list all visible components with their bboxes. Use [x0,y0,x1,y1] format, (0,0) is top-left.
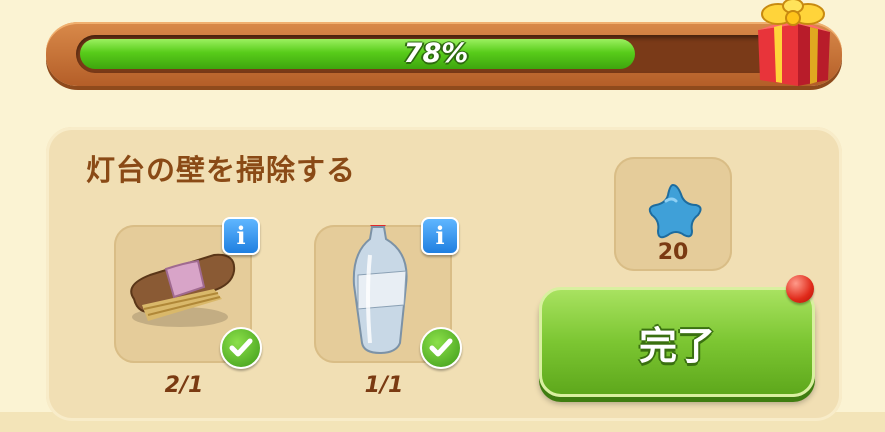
checkmark-icon [420,327,462,369]
item-count-bottle: 1/1 [364,373,404,398]
complete-button[interactable]: 完了 [539,287,815,397]
checkmark-icon [220,327,262,369]
notification-dot [786,275,814,303]
gift-box-icon[interactable] [748,0,838,88]
blue-star-icon [648,183,702,239]
progress-track: 78% [76,35,796,73]
task-title: 灯台の壁を掃除する [86,153,357,187]
reward-amount: 20 [657,240,689,265]
complete-button-label: 完了 [638,323,715,368]
item-count-brush: 2/1 [164,373,204,398]
progress-percent: 78% [403,38,469,69]
info-button-brush[interactable]: i [222,217,260,255]
task-panel: 灯台の壁を掃除する i 2/1 i 1/1 20 完了 [46,127,842,421]
reward-slot: 20 [614,157,732,271]
progress-bar-frame: 78% [46,22,842,86]
info-button-bottle[interactable]: i [421,217,459,255]
